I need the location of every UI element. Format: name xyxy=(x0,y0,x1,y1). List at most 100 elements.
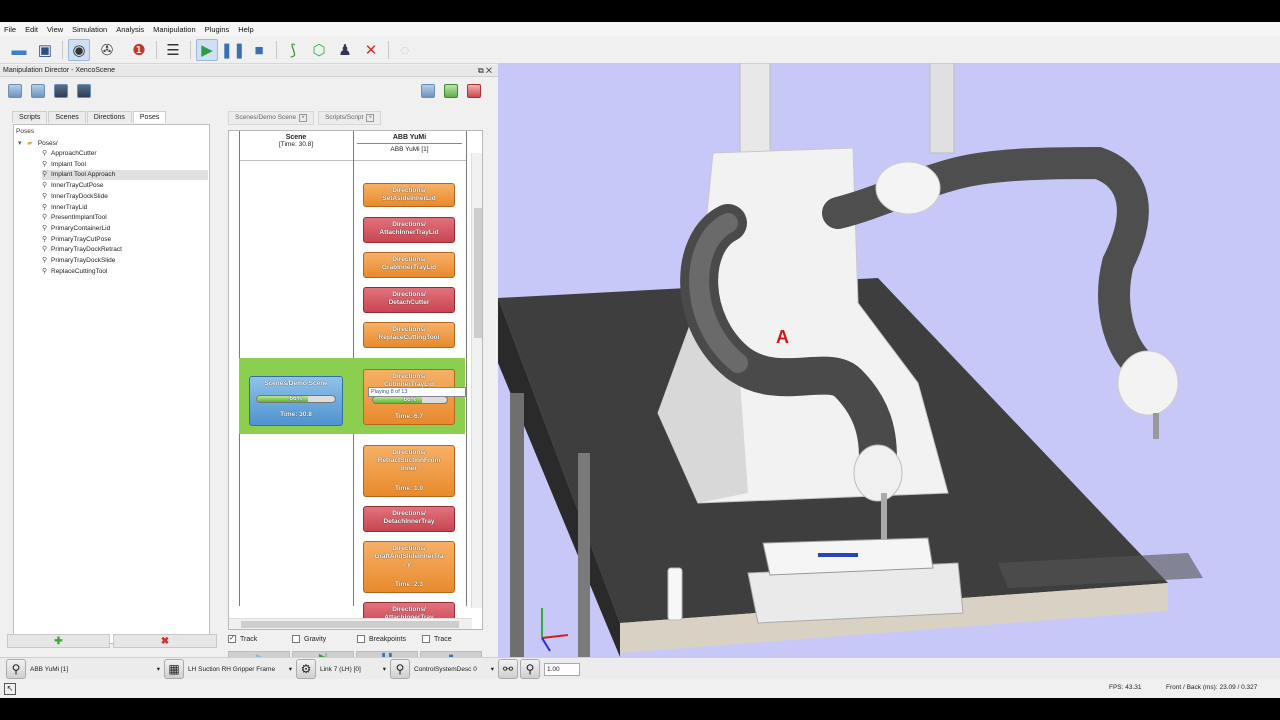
menu-simulation[interactable]: Simulation xyxy=(72,25,107,34)
play-icon[interactable]: ▶ xyxy=(196,39,218,61)
tree-item[interactable]: ⚲ PresentImplantTool xyxy=(42,213,208,223)
doc-tab-scene[interactable]: Scenes/Demo Scene × xyxy=(228,111,315,125)
status-bar: ↖ FPS: 43.31 Front / Back (ms): 23.09 / … xyxy=(0,679,1280,698)
checkbox-trace[interactable]: Trace xyxy=(422,635,452,643)
tab-poses[interactable]: Poses xyxy=(132,111,167,123)
remove-pose-button[interactable]: ✖ xyxy=(113,634,217,648)
control-system-icon[interactable]: ⚲ xyxy=(390,659,410,679)
menu-help[interactable]: Help xyxy=(238,25,253,34)
3d-viewport[interactable]: A xyxy=(498,63,1280,657)
doc-tab-script[interactable]: Scripts/Script × xyxy=(318,111,382,125)
tree-item-label: InnerTrayDockSlide xyxy=(51,192,108,200)
direction-block[interactable]: Directions/RetractSuctionFrom Inner Time: … xyxy=(363,445,455,497)
speed-input[interactable]: 1.00 xyxy=(544,663,580,676)
save-file-icon[interactable] xyxy=(54,84,68,98)
arm-icon[interactable]: ⚲ xyxy=(520,659,540,679)
direction-block[interactable]: Directions/ReplaceCuttingTool xyxy=(363,322,455,348)
direction-block-category: Directions/ xyxy=(392,326,426,333)
tree-item[interactable]: ⚲ ReplaceCuttingTool xyxy=(42,267,208,277)
tree-item[interactable]: ⚲ PrimaryTrayDockSlide xyxy=(42,256,208,266)
checkbox-box[interactable] xyxy=(357,635,365,643)
menu-edit[interactable]: Edit xyxy=(25,25,38,34)
pause-icon[interactable]: ❚❚ xyxy=(220,39,245,61)
menu-view[interactable]: View xyxy=(47,25,63,34)
add-scene-icon[interactable] xyxy=(444,84,458,98)
control-system-select[interactable]: ControlSystemDesc 0 ▾ xyxy=(414,663,496,677)
direction-block[interactable]: Directions/DetachCutter xyxy=(363,287,455,313)
menu-file[interactable]: File xyxy=(4,25,16,34)
direction-block[interactable]: Directions/GraftAndSlideInnerTra y Time: 2… xyxy=(363,541,455,593)
checkbox-box[interactable]: ✓ xyxy=(228,635,236,643)
tab-scripts[interactable]: Scripts xyxy=(12,111,48,123)
scene-block[interactable]: Scenes/Demo Scene 66% Time: 30.8 xyxy=(249,376,343,426)
close-icon[interactable]: × xyxy=(366,114,375,122)
tree-item[interactable]: ⚲ Implant Tool Approach xyxy=(42,170,208,181)
scene-column-time: [Time: 30.8] xyxy=(278,141,314,148)
link-select[interactable]: Link 7 (LH) [0] ▾ xyxy=(320,663,388,677)
direction-block[interactable]: Directions/GrabInnerTrayLid xyxy=(363,252,455,278)
checkbox-box[interactable] xyxy=(292,635,300,643)
checkbox-gravity[interactable]: Gravity xyxy=(292,635,326,643)
direction-block-name: GraftAndSlideInnerTra xyxy=(374,553,444,560)
timeline-icon[interactable]: ☰ xyxy=(162,39,184,61)
tree-item[interactable]: ⚲ Implant Tool xyxy=(42,160,208,170)
axes-icon[interactable]: ✕ xyxy=(360,39,382,61)
add-pose-button[interactable]: ✚ xyxy=(7,634,110,648)
clock-icon[interactable]: ◌ xyxy=(394,39,416,61)
tree-item[interactable]: ⚲ InnerTrayCutPose xyxy=(42,181,208,191)
robot-arm-icon[interactable]: ⟆ xyxy=(282,39,304,61)
tree-item[interactable]: ⚲ ApproachCutter xyxy=(42,149,208,159)
tree-item[interactable]: ⚲ InnerTrayLid xyxy=(42,203,208,213)
tab-scenes[interactable]: Scenes xyxy=(48,111,86,123)
tree-item[interactable]: ⚲ PrimaryTrayCutPose xyxy=(42,235,208,245)
save-as-icon[interactable] xyxy=(77,84,91,98)
stop-icon[interactable]: ■ xyxy=(248,39,270,61)
camera-icon[interactable]: ✇ xyxy=(96,39,118,61)
link-icon[interactable]: ⚙ xyxy=(296,659,316,679)
paint-icon[interactable]: ❶ xyxy=(128,39,150,61)
tree-item[interactable]: ⚲ PrimaryTrayDockRetract xyxy=(42,245,208,255)
open-folder-icon[interactable] xyxy=(8,84,22,98)
tree-item-label: ReplaceCuttingTool xyxy=(51,267,108,275)
menu-analysis[interactable]: Analysis xyxy=(116,25,144,34)
figure-icon[interactable]: ♟ xyxy=(334,39,356,61)
scene-icon[interactable] xyxy=(421,84,435,98)
cursor-icon: ↖ xyxy=(4,683,16,695)
pose-icon: ⚲ xyxy=(42,224,48,232)
direction-block[interactable]: Directions/DetachInnerTray xyxy=(363,506,455,532)
remove-scene-icon[interactable] xyxy=(467,84,481,98)
checkbox-breakpoints[interactable]: Breakpoints xyxy=(357,635,406,643)
frame-select[interactable]: LH Suction RH Gripper Frame ▾ xyxy=(188,663,294,677)
chevron-down-icon[interactable]: ▾ xyxy=(18,139,27,149)
horizontal-scrollbar[interactable] xyxy=(229,618,472,629)
close-icon[interactable]: × xyxy=(299,114,308,122)
left-tabs: Scripts Scenes Directions Poses xyxy=(12,111,167,123)
eye-icon[interactable]: ◉ xyxy=(68,39,90,61)
tree-item[interactable]: ⚲ PrimaryContainerLid xyxy=(42,224,208,234)
panel-window-buttons[interactable]: ⧉ ✕ xyxy=(478,65,492,77)
checkbox-label: Gravity xyxy=(304,635,327,643)
robot-icon[interactable]: ⚲ xyxy=(6,659,26,679)
direction-block-category: Directions/ xyxy=(392,256,426,263)
bottom-toolbar: ⚲ ABB YuMi [1] ▾ ▦ LH Suction RH Gripper… xyxy=(0,657,1280,679)
open-icon[interactable]: ▬ xyxy=(8,39,30,61)
menu-plugins[interactable]: Plugins xyxy=(205,25,230,34)
jog-icon[interactable]: ⚯ xyxy=(498,659,518,679)
frame-select-value: LH Suction RH Gripper Frame xyxy=(188,666,276,673)
tree-item[interactable]: ⚲ InnerTrayDockSlide xyxy=(42,192,208,202)
cube-icon[interactable]: ⬡ xyxy=(308,39,330,61)
new-file-icon[interactable] xyxy=(31,84,45,98)
direction-block[interactable]: Directions/AttachInnerTrayLid xyxy=(363,217,455,243)
save-icon[interactable]: ▣ xyxy=(34,39,56,61)
menu-manipulation[interactable]: Manipulation xyxy=(153,25,196,34)
direction-block-category: Directions/ xyxy=(392,373,426,380)
checkbox-box[interactable] xyxy=(422,635,430,643)
direction-block[interactable]: Directions/CutInnerTrayLid 66% Time: 6.7 xyxy=(363,369,455,425)
vertical-scrollbar[interactable] xyxy=(471,153,482,608)
direction-block[interactable]: Directions/SetAsideInnerLid xyxy=(363,183,455,207)
frame-icon[interactable]: ▦ xyxy=(164,659,184,679)
checkbox-track[interactable]: ✓ Track xyxy=(228,635,257,643)
robot-select[interactable]: ABB YuMi [1] ▾ xyxy=(30,663,162,677)
tree-folder[interactable]: ▾ ▰ Poses/ xyxy=(18,139,58,149)
tab-directions[interactable]: Directions xyxy=(86,111,132,123)
